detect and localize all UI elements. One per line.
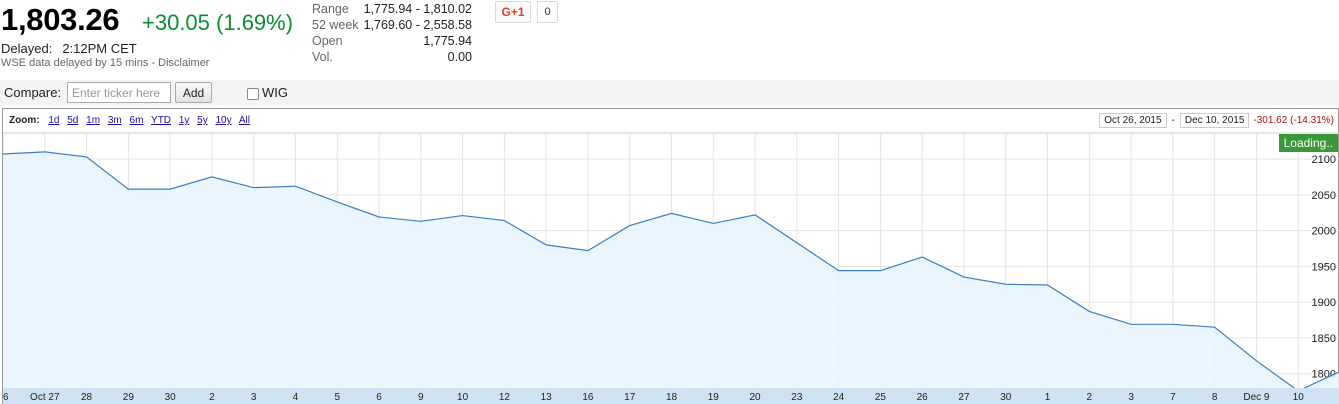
delayed-status: Delayed: 2:12PM CET — [1, 41, 137, 56]
zoom-1m[interactable]: 1m — [86, 115, 100, 126]
range-separator: - — [1171, 115, 1175, 126]
stat-value: 1,775.94 — [423, 34, 472, 48]
price-chart[interactable]: 210020502000195019001850180026Oct 272829… — [3, 109, 1339, 404]
zoom-controls: Zoom: 1d 5d 1m 3m 6m YTD 1y 5y 10y All — [9, 115, 255, 126]
stat-label: Vol. — [312, 50, 333, 64]
x-tick-label: 23 — [791, 392, 803, 403]
x-tick-label: 10 — [1293, 392, 1305, 403]
x-tick-label: 30 — [1000, 392, 1012, 403]
x-tick-label: 30 — [165, 392, 177, 403]
x-tick-label: 2 — [1087, 392, 1093, 403]
x-tick-label: Dec 9 — [1243, 392, 1270, 403]
wig-label[interactable]: WIG — [262, 85, 288, 100]
x-tick-label: Oct 27 — [30, 392, 60, 403]
x-tick-label: 8 — [1212, 392, 1218, 403]
x-tick-label: 1 — [1045, 392, 1051, 403]
stats-table: Range 1,775.94 - 1,810.02 52 week 1,769.60… — [312, 1, 472, 65]
zoom-3m[interactable]: 3m — [108, 115, 122, 126]
y-tick-label: 1950 — [1312, 261, 1336, 273]
price: 1,803.26 — [1, 2, 120, 37]
range-change: -301.62 (-14.31%) — [1253, 115, 1334, 126]
y-tick-label: 2050 — [1312, 190, 1336, 202]
disclaimer[interactable]: WSE data delayed by 15 mins - Disclaimer — [1, 57, 209, 69]
stat-value: 1,769.60 - 2,558.58 — [363, 18, 472, 32]
x-tick-label: 7 — [1170, 392, 1176, 403]
x-tick-label: 2 — [209, 392, 215, 403]
compare-bar: Compare: Add WIG — [0, 80, 1339, 106]
stat-range: Range 1,775.94 - 1,810.02 — [312, 1, 472, 17]
x-tick-label: 3 — [251, 392, 257, 403]
x-tick-label: 3 — [1128, 392, 1134, 403]
x-tick-label: 10 — [457, 392, 469, 403]
add-button[interactable]: Add — [175, 82, 212, 103]
compare-label: Compare: — [4, 85, 62, 100]
x-tick-label: 25 — [875, 392, 887, 403]
x-tick-label: 5 — [334, 392, 340, 403]
wig-checkbox[interactable] — [247, 88, 259, 100]
zoom-6m[interactable]: 6m — [130, 115, 144, 126]
stat-open: Open 1,775.94 — [312, 33, 472, 49]
x-tick-label: 17 — [624, 392, 636, 403]
stat-label: Open — [312, 34, 343, 48]
stat-value: 1,775.94 - 1,810.02 — [363, 2, 472, 16]
zoom-ytd[interactable]: YTD — [151, 115, 171, 126]
x-tick-label: 24 — [833, 392, 845, 403]
x-tick-label: 9 — [418, 392, 424, 403]
x-tick-label: 6 — [376, 392, 382, 403]
stat-value: 0.00 — [447, 50, 472, 64]
gplus-count: 0 — [537, 1, 558, 23]
x-tick-label: 20 — [750, 392, 762, 403]
price-change: +30.05 (1.69%) — [142, 10, 294, 35]
zoom-5d[interactable]: 5d — [67, 115, 78, 126]
loading-indicator: Loading.. — [1278, 134, 1338, 152]
y-tick-label: 1900 — [1312, 297, 1336, 309]
zoom-1d[interactable]: 1d — [48, 115, 59, 126]
x-tick-label: 16 — [582, 392, 594, 403]
delayed-time: 2:12PM CET — [62, 41, 137, 56]
x-tick-label: 26 — [917, 392, 929, 403]
zoom-1y[interactable]: 1y — [179, 115, 190, 126]
x-tick-label: 4 — [293, 392, 299, 403]
range-start-date[interactable]: Oct 26, 2015 — [1099, 113, 1167, 128]
stat-label: Range — [312, 2, 349, 16]
x-tick-label: 13 — [541, 392, 553, 403]
y-tick-label: 1850 — [1312, 333, 1336, 345]
zoom-10y[interactable]: 10y — [216, 115, 232, 126]
range-end-date[interactable]: Dec 10, 2015 — [1179, 113, 1250, 128]
stat-52week: 52 week 1,769.60 - 2,558.58 — [312, 17, 472, 33]
x-tick-label: 19 — [708, 392, 720, 403]
date-range: Oct 26, 2015 - Dec 10, 2015 -301.62 (-14… — [1099, 113, 1334, 128]
x-tick-label: 29 — [123, 392, 135, 403]
gplus-button[interactable]: G+1 — [495, 1, 531, 23]
ticker-input[interactable] — [67, 82, 171, 103]
stat-volume: Vol. 0.00 — [312, 49, 472, 65]
x-tick-label: 12 — [499, 392, 511, 403]
x-tick-label: 27 — [958, 392, 970, 403]
y-tick-label: 2100 — [1312, 154, 1336, 166]
chart-container: 210020502000195019001850180026Oct 272829… — [2, 108, 1339, 404]
zoom-label: Zoom: — [9, 115, 40, 126]
x-tick-label: 26 — [3, 392, 9, 403]
zoom-all[interactable]: All — [239, 115, 250, 126]
zoom-5y[interactable]: 5y — [197, 115, 208, 126]
stat-label: 52 week — [312, 18, 359, 32]
x-tick-label: 28 — [81, 392, 93, 403]
x-tick-label: 18 — [666, 392, 678, 403]
delayed-label: Delayed: — [1, 41, 53, 56]
y-tick-label: 2000 — [1312, 226, 1336, 238]
